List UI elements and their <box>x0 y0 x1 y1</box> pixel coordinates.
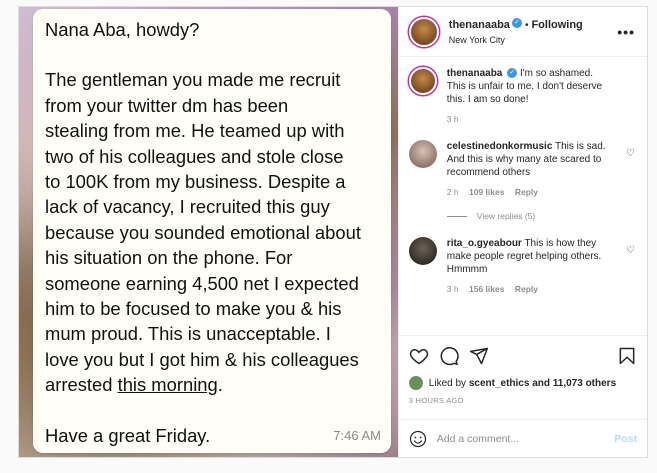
message-line: The gentleman you made me recruit <box>45 69 341 91</box>
comment-username[interactable]: celestinedonkormusic <box>447 141 553 152</box>
avatar[interactable] <box>408 140 437 168</box>
message-line: him to be focused to make you & his <box>45 298 342 320</box>
share-icon[interactable] <box>469 346 489 366</box>
comment-likes[interactable]: 109 likes <box>469 187 504 197</box>
verified-badge-icon: ✓ <box>507 68 518 79</box>
message-greeting: Nana Aba, howdy? <box>45 19 200 40</box>
verified-badge-icon: ✓ <box>511 18 522 29</box>
liked-by-prefix: Liked by <box>428 377 469 389</box>
comments-list: thenanaaba ✓ I'm so ashamed. This is unf… <box>399 57 647 335</box>
action-icons <box>409 344 637 368</box>
message-signoff: Have a great Friday. <box>45 424 211 446</box>
separator-dot: • <box>524 19 529 31</box>
message-line: his situation on the phone. For <box>45 247 293 269</box>
following-button[interactable]: Following <box>531 19 582 31</box>
reply-button[interactable]: Reply <box>515 284 538 294</box>
message-line: to 100K from my business. Despite a <box>45 171 346 193</box>
liked-by-text: Liked by scent_ethics and 11,073 others <box>429 378 616 389</box>
caption-username[interactable]: thenanaaba <box>447 68 503 79</box>
message-line: lack of vacancy, I recruited this guy <box>45 196 330 218</box>
post-actions: Liked by scent_ethics and 11,073 others … <box>398 335 647 419</box>
liked-by-user[interactable]: scent_ethics <box>469 378 530 389</box>
message-link[interactable]: this morning <box>118 374 218 395</box>
post-sidebar: thenanaaba ✓ • Following New York City ••• … <box>397 7 647 457</box>
location-link[interactable]: New York City <box>449 33 583 47</box>
comment-text: celestinedonkormusic This is sad. And th… <box>447 140 612 179</box>
emoji-icon[interactable] <box>409 430 427 448</box>
username[interactable]: thenanaaba <box>449 19 510 31</box>
message-time: 7:46 AM <box>333 428 381 443</box>
comment-icon[interactable] <box>439 346 459 366</box>
add-comment-bar: Add a comment... Post <box>398 419 647 457</box>
caption-text: thenanaaba ✓ I'm so ashamed. This is unf… <box>447 67 612 106</box>
comment-meta: 3 h 156 likes Reply <box>447 284 637 294</box>
message-line: arrested <box>45 374 118 396</box>
comment-meta: 2 h 109 likes Reply <box>447 187 637 197</box>
post-image[interactable]: Nana Aba, howdy? The gentleman you made … <box>19 7 398 457</box>
comment: celestinedonkormusic This is sad. And th… <box>408 140 637 179</box>
comment-text: rita_o.gyeabour This is how they make pe… <box>447 237 612 276</box>
like-comment-heart-icon[interactable]: ♡ <box>626 148 635 159</box>
message-line: because you sounded emotional about <box>45 221 361 243</box>
message-line: love you but I got him & his colleagues <box>45 348 359 370</box>
comment: rita_o.gyeabour This is how they make pe… <box>408 237 637 276</box>
bookmark-icon[interactable] <box>617 346 637 366</box>
more-options-icon[interactable]: ••• <box>617 24 635 40</box>
avatar[interactable] <box>408 67 437 95</box>
message-line: . <box>217 374 223 396</box>
like-comment-heart-icon[interactable]: ♡ <box>626 245 635 256</box>
header-meta: thenanaaba ✓ • Following New York City <box>449 17 583 47</box>
avatar[interactable] <box>408 376 423 390</box>
message-line: two of his colleagues and stole close <box>45 145 344 167</box>
message-line: mum proud. This is unacceptable. I <box>45 323 331 345</box>
liked-by: Liked by scent_ethics and 11,073 others <box>408 376 637 390</box>
comment-age: 2 h <box>446 187 459 197</box>
liked-by-others[interactable]: and 11,073 others <box>529 378 616 389</box>
post-time-ago[interactable]: 3 HOURS AGO <box>409 396 637 405</box>
caption-age: 3 h <box>446 114 459 124</box>
post-header: thenanaaba ✓ • Following New York City ••• <box>398 7 647 57</box>
avatar[interactable] <box>408 16 439 47</box>
heart-icon[interactable] <box>409 346 429 366</box>
view-replies-button[interactable]: View replies (5) <box>446 211 637 221</box>
instagram-post: Nana Aba, howdy? The gentleman you made … <box>18 6 648 458</box>
comment-username[interactable]: rita_o.gyeabour <box>447 238 522 249</box>
view-replies-label: View replies (5) <box>476 211 536 221</box>
message-body: The gentleman you made me recruit from y… <box>45 67 381 397</box>
comment-age: 3 h <box>446 284 459 294</box>
message-bubble: Nana Aba, howdy? The gentleman you made … <box>33 9 391 453</box>
reply-button[interactable]: Reply <box>515 187 538 197</box>
message-line: someone earning 4,500 net I expected <box>45 272 359 294</box>
comment-input[interactable]: Add a comment... <box>437 433 614 445</box>
message-line: from your twitter dm has been <box>45 94 289 116</box>
message-line: stealing from me. He teamed up with <box>45 120 345 142</box>
post-comment-button[interactable]: Post <box>614 433 637 445</box>
comment-likes[interactable]: 156 likes <box>469 284 504 294</box>
divider <box>446 215 467 217</box>
caption: thenanaaba ✓ I'm so ashamed. This is unf… <box>408 67 637 106</box>
avatar[interactable] <box>408 237 437 265</box>
